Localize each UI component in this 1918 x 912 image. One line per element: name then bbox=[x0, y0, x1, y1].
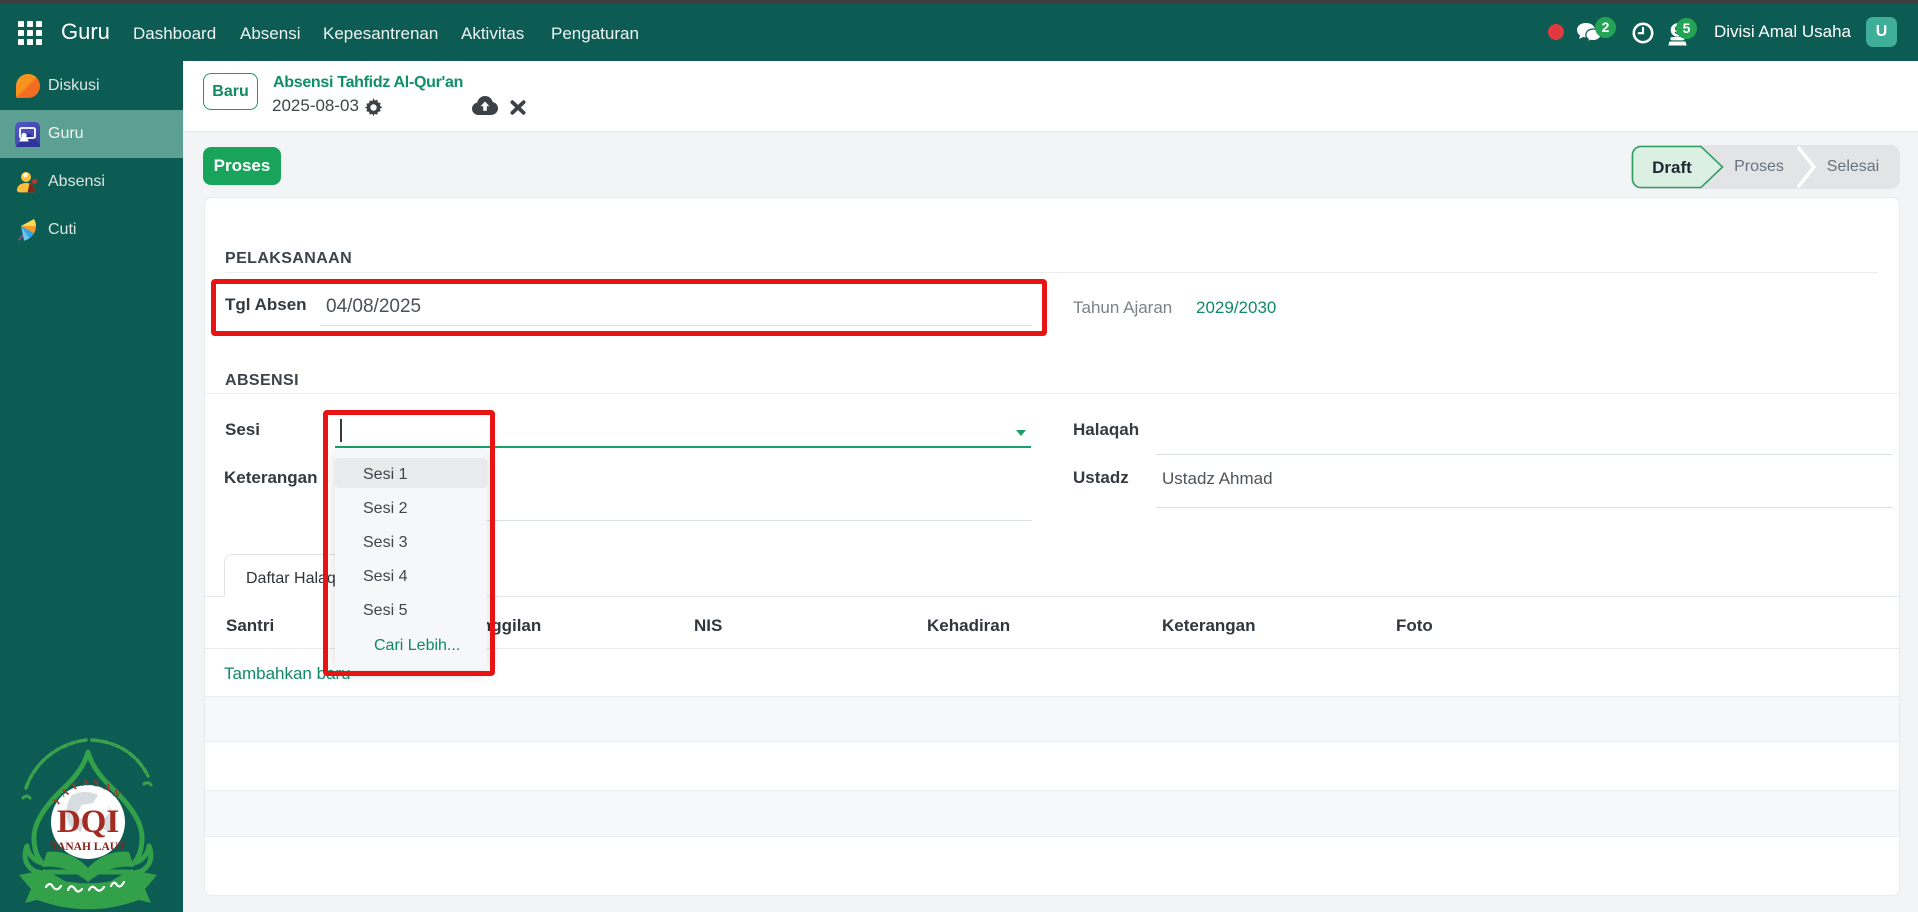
svg-text:DQI: DQI bbox=[57, 804, 119, 840]
svg-text:A: A bbox=[81, 777, 90, 789]
svg-text:Draft: Draft bbox=[1652, 158, 1692, 177]
svg-text:TANAH LAUT: TANAH LAUT bbox=[50, 841, 126, 853]
